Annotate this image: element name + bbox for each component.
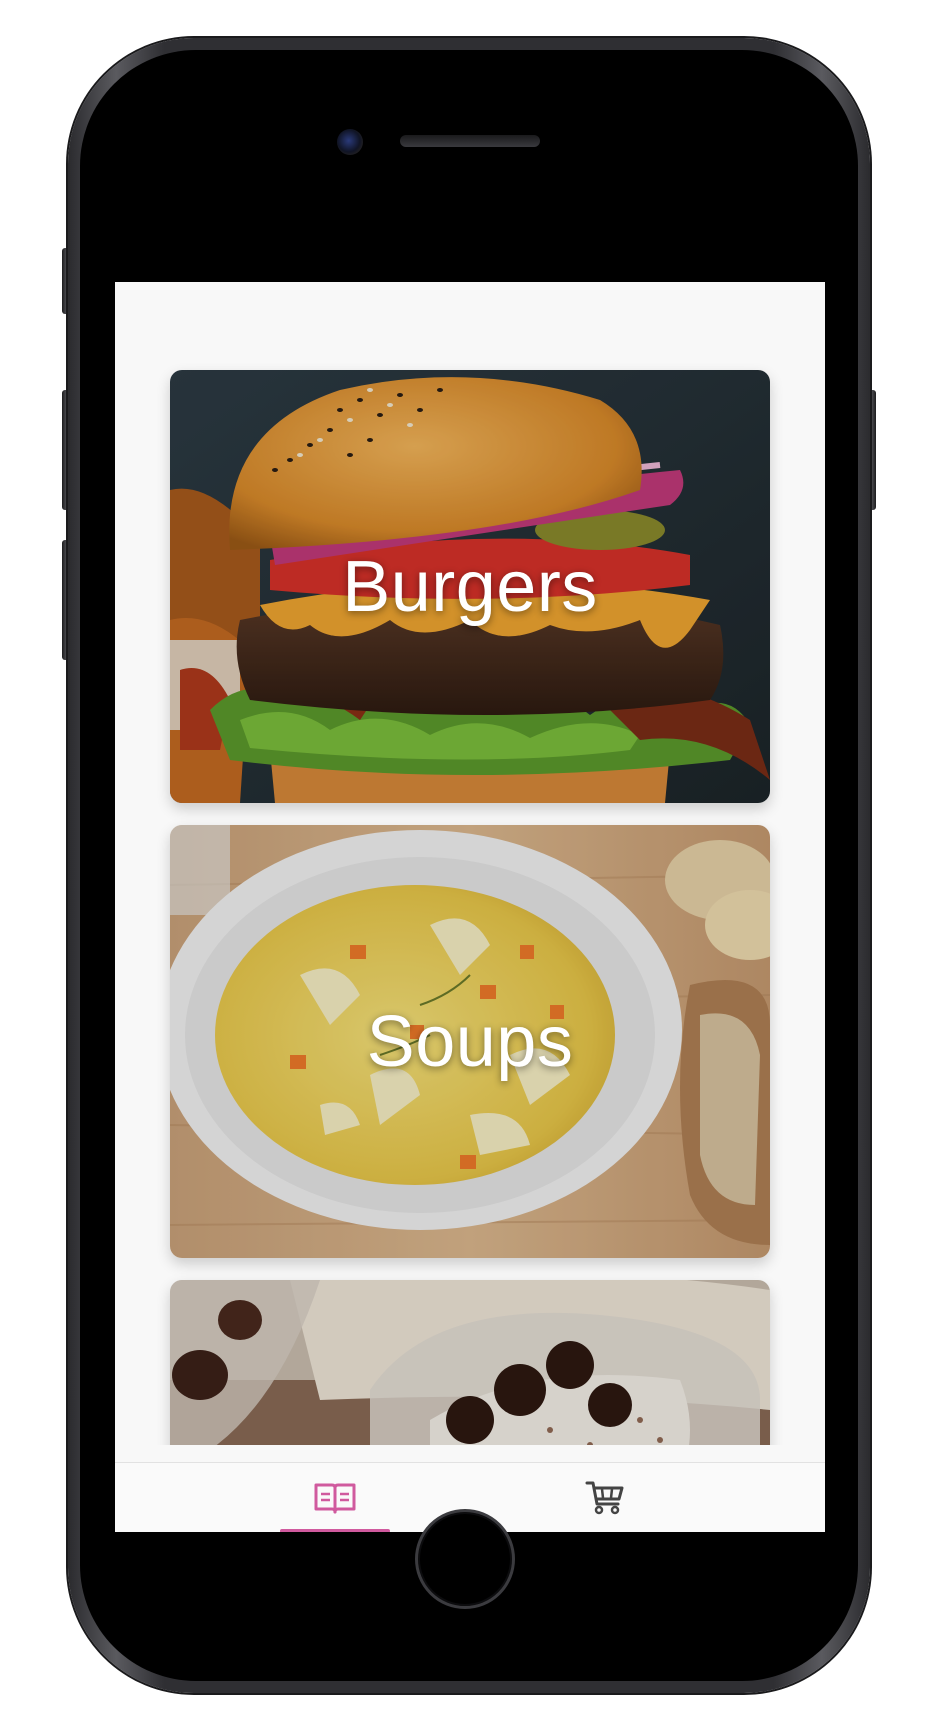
page: Burgers Soups [0,0,937,1729]
tab-menu[interactable] [280,1463,390,1532]
category-title: Soups [366,1001,574,1082]
phone-bezel: Burgers Soups [80,50,858,1681]
category-list: Burgers Soups [115,282,825,1445]
front-camera [337,129,363,155]
category-card-soups[interactable]: Soups [170,825,770,1258]
category-title: Burgers [342,546,598,627]
earpiece-speaker [400,135,540,147]
book-icon [314,1483,356,1514]
home-button[interactable] [415,1509,515,1609]
phone-frame: Burgers Soups [68,38,870,1693]
card-overlay [170,1280,770,1445]
tab-cart[interactable] [550,1463,660,1532]
app-screen: Burgers Soups [115,282,825,1532]
active-tab-indicator [280,1529,390,1532]
category-card-burgers[interactable]: Burgers [170,370,770,803]
category-card-dessert[interactable] [170,1280,770,1445]
cart-icon [585,1481,624,1515]
